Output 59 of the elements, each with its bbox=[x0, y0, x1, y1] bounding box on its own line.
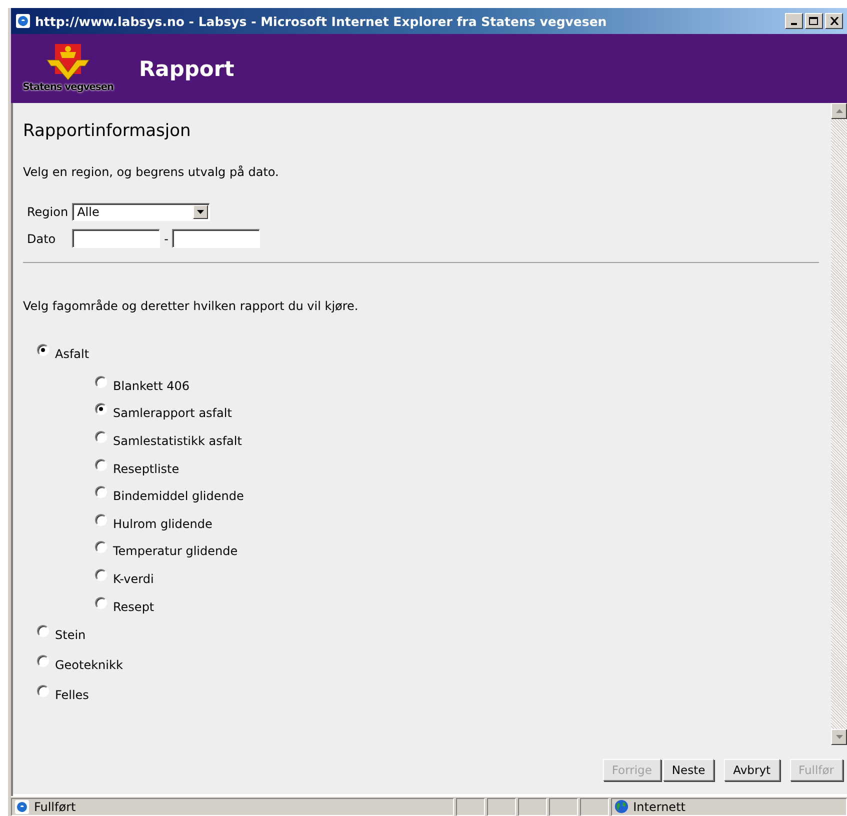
status-pane bbox=[456, 798, 485, 816]
radio-label: Blankett 406 bbox=[113, 378, 190, 393]
scroll-down-icon bbox=[836, 735, 842, 739]
field-label: Region bbox=[27, 205, 68, 219]
close-button[interactable] bbox=[825, 13, 843, 29]
radio-label: Geoteknikk bbox=[55, 658, 123, 672]
radio-label: Bindemiddel glidende bbox=[113, 489, 244, 504]
minimize-button[interactable] bbox=[785, 13, 803, 29]
radio-button[interactable] bbox=[95, 376, 107, 388]
status-pane bbox=[518, 798, 547, 816]
radio-label: K-verdi bbox=[113, 572, 154, 586]
radio-label: Stein bbox=[55, 628, 86, 642]
radio-label: Felles bbox=[55, 688, 89, 702]
zone-text: Internett bbox=[633, 800, 686, 814]
radio-button[interactable] bbox=[37, 344, 49, 356]
radio-label: Samlerapport asfalt bbox=[113, 406, 232, 420]
crown-shield-icon bbox=[46, 44, 90, 82]
radio-button[interactable] bbox=[95, 486, 107, 498]
date-to-field[interactable] bbox=[172, 229, 260, 248]
status-pane bbox=[486, 798, 516, 816]
wizard-button[interactable]: Avbryt bbox=[724, 758, 780, 780]
close-icon bbox=[830, 17, 838, 25]
maximize-icon bbox=[809, 16, 819, 26]
radio-label: Resept bbox=[113, 600, 154, 614]
logo-text: Statens vegvesen bbox=[22, 82, 114, 93]
date-from-field[interactable] bbox=[72, 229, 160, 248]
maximize-button[interactable] bbox=[805, 13, 823, 29]
radio-label: Reseptliste bbox=[113, 462, 180, 476]
status-pane bbox=[580, 798, 610, 816]
date-separator: - bbox=[164, 232, 168, 246]
status-text: Fullført bbox=[34, 800, 76, 814]
region-dropdown[interactable]: Alle bbox=[72, 203, 210, 221]
intro-text: Velg en region, og begrens utvalg på dato. bbox=[23, 165, 280, 179]
window-title: http://www.labsys.no - Labsys - Microsoft Internet Explorer fra Statens vegvesen bbox=[35, 14, 608, 28]
radio-label: Hulrom glidende bbox=[113, 516, 212, 531]
wizard-button[interactable]: Neste bbox=[662, 758, 714, 780]
radio-button[interactable] bbox=[95, 596, 107, 609]
radio-button[interactable] bbox=[95, 514, 107, 526]
radio-button[interactable] bbox=[95, 458, 107, 471]
radio-button[interactable] bbox=[37, 685, 49, 698]
radio-button[interactable] bbox=[95, 568, 107, 581]
caret-icon bbox=[197, 210, 204, 214]
radio-button[interactable] bbox=[37, 625, 49, 638]
scroll-up-icon bbox=[836, 109, 842, 113]
page-title: Rapport bbox=[139, 56, 234, 80]
section-heading: Rapportinformasjon bbox=[23, 121, 192, 141]
browser-icon bbox=[15, 13, 31, 29]
scrollbar[interactable] bbox=[831, 103, 847, 745]
radio-label: Asfalt bbox=[55, 347, 90, 361]
instruction-text: Velg fagområde og deretter hvilken rapport du vil kjøre. bbox=[23, 299, 360, 313]
radio-button[interactable] bbox=[95, 430, 107, 443]
radio-label: Temperatur glidende bbox=[113, 544, 238, 558]
field-label: Dato bbox=[27, 232, 57, 246]
radio-button[interactable] bbox=[95, 541, 107, 554]
radio-button[interactable] bbox=[37, 655, 49, 668]
status-pane bbox=[548, 798, 578, 816]
radio-button[interactable] bbox=[95, 403, 107, 416]
globe-icon bbox=[614, 799, 630, 814]
radio-label: Samlestatistikk asfalt bbox=[113, 434, 242, 448]
